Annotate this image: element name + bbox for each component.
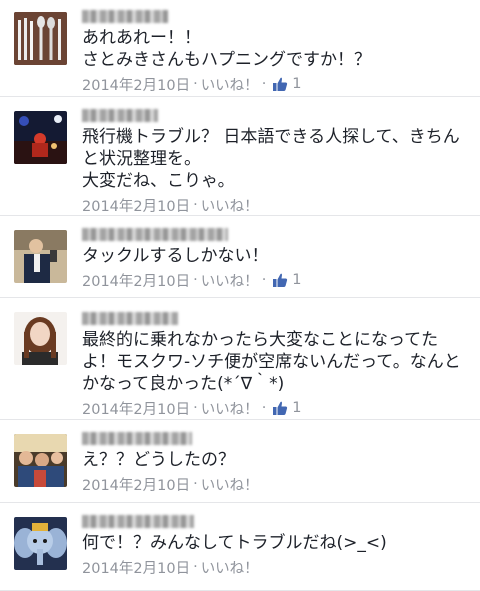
like-button[interactable]: いいね！: [201, 398, 259, 419]
man-selfie-icon: [14, 230, 67, 283]
commenter-name[interactable]: [82, 432, 192, 445]
separator: ·: [193, 559, 198, 575]
comment-meta: 2014年2月10日 · いいね！ · 1: [82, 398, 470, 418]
commenter-name[interactable]: [82, 312, 178, 325]
comment-text: え？？どうしたの？: [82, 450, 235, 470]
separator: ·: [261, 76, 267, 92]
comment-text: タックルするしかない！: [82, 246, 269, 266]
thumbs-up-icon[interactable]: [272, 400, 288, 416]
commenter-name[interactable]: [82, 228, 228, 241]
comment-item: 最終的に乗れなかったら大変なことになってた よ！モスクワ-ソチ便が空席ないんだっ…: [0, 298, 480, 420]
separator: ·: [193, 476, 198, 492]
avatar[interactable]: [14, 111, 67, 164]
commenter-name[interactable]: [82, 10, 168, 23]
like-count[interactable]: 1: [292, 272, 301, 288]
commenter-name[interactable]: [82, 109, 158, 122]
comment-item: え？？どうしたの？ 2014年2月10日 · いいね！: [0, 420, 480, 503]
comment-date[interactable]: 2014年2月10日: [82, 195, 190, 216]
comment-meta: 2014年2月10日 · いいね！ · 1: [82, 270, 470, 290]
comment-text: あれあれー！！ さとみきさんもハプニングですか！？: [82, 28, 371, 70]
comment-date[interactable]: 2014年2月10日: [82, 270, 190, 291]
group-photo-icon: [14, 434, 67, 487]
like-button[interactable]: いいね！: [201, 270, 259, 291]
like-button[interactable]: いいね！: [201, 74, 259, 95]
separator: ·: [193, 400, 198, 416]
thumbs-up-icon[interactable]: [272, 272, 288, 288]
comment-text: 何で！？みんなしてトラブルだね(>_<): [82, 533, 387, 553]
separator: ·: [261, 272, 267, 288]
separator: ·: [261, 400, 267, 416]
like-button[interactable]: いいね！: [201, 557, 259, 578]
comment-meta: 2014年2月10日 · いいね！: [82, 474, 470, 494]
comment-date[interactable]: 2014年2月10日: [82, 74, 190, 95]
commenter-name[interactable]: [82, 515, 194, 528]
comment-date[interactable]: 2014年2月10日: [82, 474, 190, 495]
comment-meta: 2014年2月10日 · いいね！: [82, 557, 470, 577]
avatar[interactable]: [14, 312, 67, 365]
comment-meta: 2014年2月10日 · いいね！ · 1: [82, 74, 470, 94]
comment-text: 最終的に乗れなかったら大変なことになってた よ！モスクワ-ソチ便が空席ないんだっ…: [82, 330, 461, 394]
comment-item: タックルするしかない！ 2014年2月10日 · いいね！ · 1: [0, 216, 480, 298]
comment-item: あれあれー！！ さとみきさんもハプニングですか！？ 2014年2月10日 · い…: [0, 0, 480, 97]
comment-meta: 2014年2月10日 · いいね！: [82, 195, 470, 215]
like-count[interactable]: 1: [292, 76, 301, 92]
separator: ·: [193, 197, 198, 213]
night-stage-photo-icon: [14, 111, 67, 164]
like-button[interactable]: いいね！: [201, 474, 259, 495]
like-button[interactable]: いいね！: [201, 195, 259, 216]
thumbs-up-icon[interactable]: [272, 76, 288, 92]
comment-date[interactable]: 2014年2月10日: [82, 398, 190, 419]
comment-text: 飛行機トラブル？ 日本語できる人探して、きちん と状況整理を。 大変だね、こりゃ…: [82, 127, 460, 191]
dumbo-photo-icon: [14, 517, 67, 570]
comment-item: 飛行機トラブル？ 日本語できる人探して、きちん と状況整理を。 大変だね、こりゃ…: [0, 97, 480, 216]
avatar[interactable]: [14, 434, 67, 487]
avatar[interactable]: [14, 12, 67, 65]
like-count[interactable]: 1: [292, 400, 301, 416]
comment-item: 何で！？みんなしてトラブルだね(>_<) 2014年2月10日 · いいね！: [0, 503, 480, 591]
avatar[interactable]: [14, 230, 67, 283]
woman-portrait-icon: [14, 312, 67, 365]
separator: ·: [193, 76, 198, 92]
utensils-photo-icon: [14, 12, 67, 65]
avatar[interactable]: [14, 517, 67, 570]
separator: ·: [193, 272, 198, 288]
comment-date[interactable]: 2014年2月10日: [82, 557, 190, 578]
